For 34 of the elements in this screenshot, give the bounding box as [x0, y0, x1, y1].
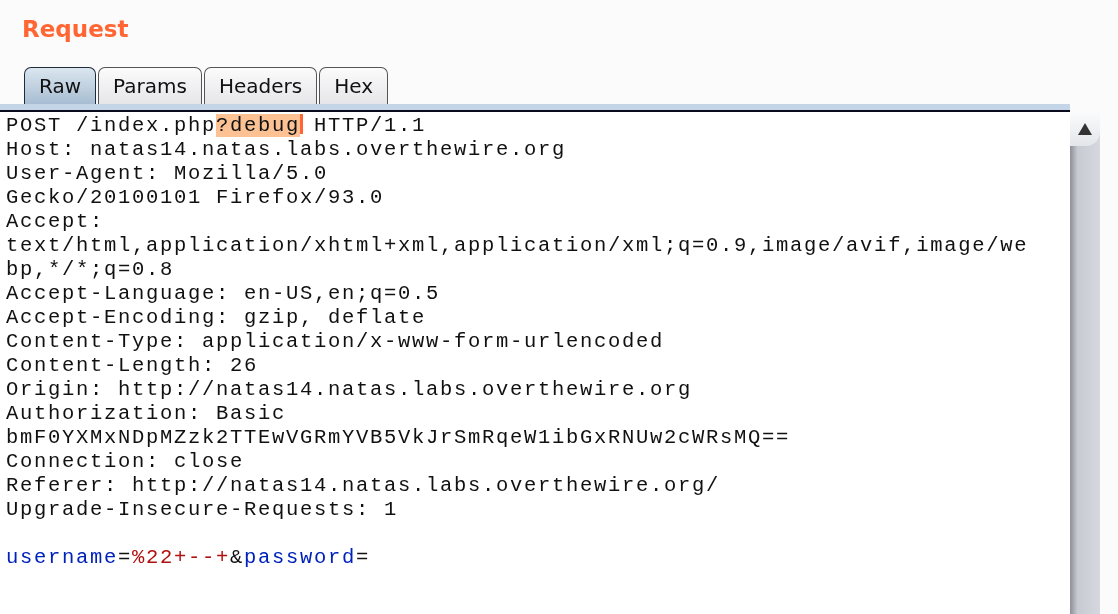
code-line: Content-Type: application/x-www-form-urlencoded: [6, 330, 666, 354]
up-arrow-icon: [1078, 123, 1092, 135]
code-line: bp,*/*;q=0.8: [6, 258, 176, 282]
code-text: &: [230, 546, 245, 569]
code-line: User-Agent: Mozilla/5.0: [6, 162, 330, 186]
parameter-value: %22+--+: [132, 546, 231, 569]
code-line: Upgrade-Insecure-Requests: 1: [6, 498, 400, 522]
code-text: POST /index.php: [6, 114, 217, 137]
code-text: HTTP/1.1: [313, 114, 427, 137]
code-line: Host: natas14.natas.labs.overthewire.org: [6, 138, 568, 162]
scrollbar[interactable]: [1070, 112, 1100, 614]
code-line: Connection: close: [6, 450, 246, 474]
code-line: Authorization: Basic: [6, 402, 288, 426]
tab[interactable]: Params: [98, 67, 202, 104]
selected-text: ?debug: [216, 114, 301, 137]
code-text: =: [118, 546, 133, 569]
parameter-name: password: [244, 546, 357, 569]
code-line: Referer: http://natas14.natas.labs.overthewire.org/: [6, 474, 722, 498]
code-line: Accept-Language: en-US,en;q=0.5: [6, 282, 442, 306]
code-line: bmF0YXMxNDpMZzk2TTEwVGRmYVB5VkJrSmRqeW1ibGxRNUw2cWRsMQ==: [6, 426, 792, 450]
code-line: Origin: http://natas14.natas.labs.overthewire.org: [6, 378, 694, 402]
code-text: =: [356, 546, 371, 569]
code-line: Gecko/20100101 Firefox/93.0: [6, 186, 386, 210]
tab[interactable]: Hex: [319, 67, 388, 104]
code-line: text/html,application/xhtml+xml,application/xml;q=0.9,image/avif,image/we: [6, 234, 1030, 258]
code-line: Accept-Encoding: gzip, deflate: [6, 306, 428, 330]
parameter-name: username: [6, 546, 119, 569]
tab[interactable]: Headers: [203, 67, 318, 104]
tab[interactable]: Raw: [24, 67, 97, 104]
code-line: Content-Length: 26: [6, 354, 260, 378]
panel-title: Request: [22, 16, 129, 42]
code-line: Accept:: [6, 210, 105, 234]
text-editor[interactable]: [0, 112, 1070, 614]
scroll-up-button[interactable]: [1070, 112, 1100, 146]
